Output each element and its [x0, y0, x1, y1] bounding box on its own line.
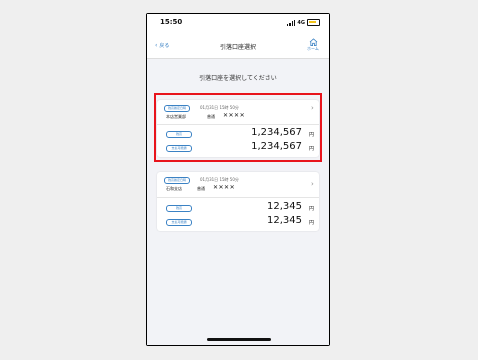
- branch-name: 石和支店: [166, 186, 182, 191]
- home-label: ホーム: [307, 46, 319, 51]
- page-title: 引落口座選択: [219, 44, 256, 51]
- balance-amount: 12,345: [267, 201, 302, 212]
- phone-frame: 15:50 4G ‹ 戻る 引落口座選択 ホーム 引落口座を選択してください 残…: [146, 13, 330, 346]
- available-amount: 12,345: [267, 215, 302, 226]
- balance-currency: 円: [309, 206, 315, 212]
- card-divider: [157, 197, 319, 198]
- signal-icon: [286, 19, 296, 26]
- status-time: 15:50: [160, 18, 183, 26]
- selection-highlight: [154, 93, 322, 162]
- chevron-right-icon: ›: [311, 180, 314, 188]
- status-indicators: 4G: [286, 19, 320, 26]
- balance-datetime: 01月31日 15時 50分: [200, 177, 239, 182]
- balance-confirm-tag: 残高確定日時: [164, 177, 191, 184]
- home-icon: [309, 38, 317, 46]
- account-type: 普通: [197, 186, 205, 191]
- available-label: 支払可能額: [166, 219, 192, 226]
- nav-bar: ‹ 戻る 引落口座選択 ホーム: [147, 32, 329, 59]
- home-button[interactable]: ホーム: [306, 38, 320, 52]
- battery-icon: [307, 19, 320, 26]
- account-card-2[interactable]: 残高確定日時 01月31日 15時 50分 石和支店 普通 ✕✕✕✕ › 残高 …: [157, 172, 319, 231]
- network-label: 4G: [297, 19, 305, 26]
- account-number: ✕✕✕✕: [213, 184, 236, 191]
- available-currency: 円: [309, 220, 315, 226]
- balance-label: 残高: [166, 205, 192, 212]
- app-screen: 15:50 4G ‹ 戻る 引落口座選択 ホーム 引落口座を選択してください 残…: [147, 14, 329, 345]
- home-indicator[interactable]: [207, 338, 271, 341]
- instruction-text: 引落口座を選択してください: [199, 75, 277, 82]
- status-bar: 15:50 4G: [147, 14, 329, 32]
